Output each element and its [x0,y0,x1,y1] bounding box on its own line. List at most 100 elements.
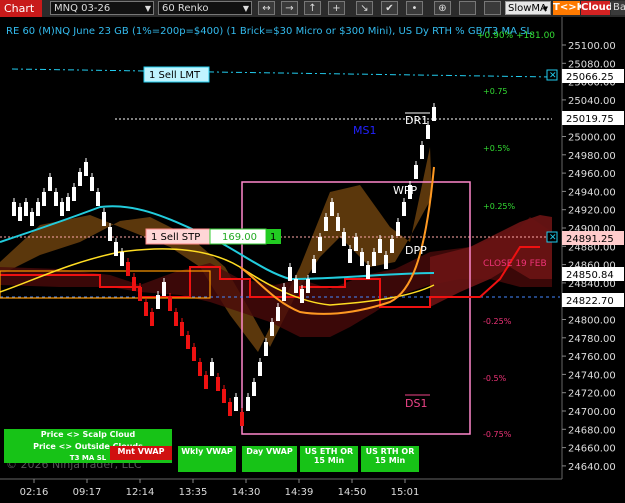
renko-bar [294,279,298,293]
period-selector[interactable]: 60 Renko ▼ [158,1,252,15]
toolbar-button-8[interactable]: ⊕ [434,1,451,15]
renko-bar [138,287,142,301]
renko-bar [90,177,94,191]
renko-bar [300,289,304,303]
cloud-button[interactable]: Cloud [581,1,613,15]
price-tag-label: 24850.84 [566,270,614,281]
level-ds1: DS1 [405,397,427,410]
renko-bar [168,297,172,311]
sell-limit-label: 1 Sell LMT [149,70,201,81]
time-tick-label: 14:39 [285,487,314,498]
renko-bar [396,222,400,236]
renko-bar [210,362,214,376]
pct-label-2: +0.5% [483,144,510,153]
toolbar-button-2[interactable]: → [281,1,298,15]
legend-rth-or[interactable]: US RTH OR 15 Min [361,446,419,472]
renko-bar [384,255,388,269]
toolbar-button-9[interactable] [459,1,476,15]
renko-bar [366,265,370,279]
price-tick-label: 24960.00 [568,169,616,180]
close-order-stp[interactable]: ✕ [546,231,558,243]
renko-bar [402,202,406,216]
renko-bar [288,267,292,281]
legend-eth-or[interactable]: US ETH OR 15 Min [300,446,358,472]
renko-bar [324,217,328,231]
renko-bar [48,177,52,191]
instrument-selector[interactable]: MNQ 03-26 ▼ [50,1,154,15]
price-tick-label: 24640.00 [568,462,616,473]
instrument-label: MNQ 03-26 [54,3,111,14]
sell-limit-order[interactable]: 1 Sell LMT [143,66,210,83]
chevron-down-icon: ▼ [542,5,548,13]
renko-bar [96,192,100,206]
renko-bar [126,262,130,276]
chevron-down-icon: ▼ [242,4,249,13]
chart-tab[interactable]: Chart [0,0,42,17]
time-tick-label: 15:01 [391,487,420,498]
renko-bar [258,362,262,376]
legend-wkly-vwap[interactable]: Wkly VWAP [178,446,236,472]
renko-bar [306,279,310,293]
toolbar-button-5[interactable]: ↘ [356,1,373,15]
renko-bar [234,397,238,411]
price-tick-label: 24920.00 [568,206,616,217]
renko-bar [216,377,220,391]
renko-bar [348,249,352,263]
price-tick-label: 25100.00 [568,41,616,52]
time-tick-label: 14:50 [338,487,367,498]
toolbar-button-10[interactable] [484,1,501,15]
renko-bar [342,232,346,246]
renko-bar [36,202,40,216]
renko-bar [432,107,436,121]
chevron-down-icon: ▼ [144,4,151,13]
legend-day-vwap[interactable]: Day VWAP [242,446,297,472]
renko-bar [174,312,178,326]
renko-bar [246,397,250,411]
renko-bar [114,242,118,256]
price-tick-label: 24980.00 [568,151,616,162]
renko-bar [120,252,124,266]
toolbar-button-6[interactable]: ✔ [381,1,398,15]
close-label: CLOSE 19 FEB [483,259,547,269]
price-tick-label: 25000.00 [568,133,616,144]
price-tag-label: 25019.75 [566,114,614,125]
bar-button[interactable]: Bar [611,1,625,15]
pct-label-6: -0.75% [483,430,512,439]
time-tick-label: 12:14 [126,487,155,498]
time-tick-label: 13:35 [179,487,208,498]
price-tick-label: 24680.00 [568,425,616,436]
chart-change: +0.90% +181.00 [477,31,555,41]
time-tick-label: 14:30 [232,487,261,498]
renko-bar [330,202,334,216]
period-label: 60 Renko [162,3,209,14]
sell-stop-label: 1 Sell STP [151,232,200,243]
sell-stop-order[interactable]: 1 Sell STP 169.00 1 [145,228,281,245]
renko-bar [204,375,208,389]
renko-bar [54,192,58,206]
renko-bar [360,252,364,266]
renko-bar [102,212,106,226]
price-tick-label: 24660.00 [568,444,616,455]
renko-bar [78,172,82,186]
price-tick-label: 25080.00 [568,59,616,70]
toolbar-button-4[interactable]: + [328,1,345,15]
toolbar-button-1[interactable]: ↔ [258,1,275,15]
price-tag-label: 25066.25 [566,72,614,83]
renko-bar [42,192,46,206]
indicator-selector[interactable]: SlowMA ▼ [505,1,551,15]
close-order-lmt[interactable]: ✕ [546,69,558,81]
toolbar-button-7[interactable]: • [406,1,423,15]
renko-bar [240,412,244,426]
price-tick-label: 24780.00 [568,334,616,345]
renko-bar [132,277,136,291]
renko-bar [390,239,394,253]
renko-bar [156,295,160,309]
legend-mnt-vwap[interactable]: Mnt VWAP [110,446,172,460]
toolbar-button-3[interactable]: ↑ [304,1,321,15]
renko-bar [414,165,418,179]
tk-cloud-button[interactable]: T<>K [553,1,584,15]
renko-bar [354,237,358,251]
legend-scalp-cloud[interactable]: Price <> Scalp Cloud [4,429,172,441]
renko-bar [426,125,430,139]
renko-bar [60,202,64,216]
